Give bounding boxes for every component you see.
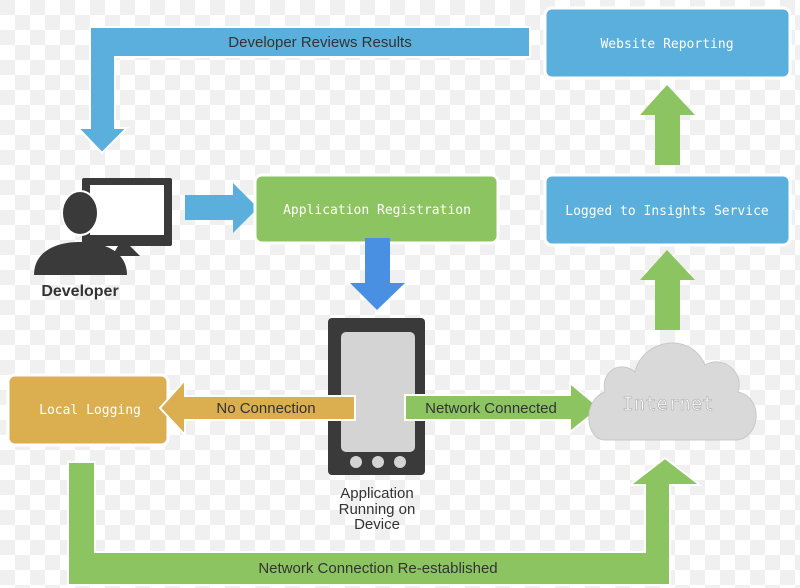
logged-insights-label: Logged to Insights Service	[565, 204, 769, 219]
app-registration-label: Application Registration	[283, 203, 471, 218]
reviews-label: Developer Reviews Results	[228, 34, 411, 51]
device-label-1: Application	[340, 485, 413, 502]
internet-label: Internet	[622, 393, 714, 415]
network-connected-label: Network Connected	[425, 400, 557, 417]
website-reporting-label: Website Reporting	[600, 37, 733, 52]
no-connection-label: No Connection	[216, 400, 315, 417]
reestablished-label: Network Connection Re-established	[258, 560, 497, 577]
developer-label: Developer	[41, 283, 118, 300]
local-logging-label: Local Logging	[39, 403, 141, 418]
device-label-3: Device	[354, 516, 400, 533]
flow-diagram: Developer Reviews Results Website Report…	[0, 0, 800, 588]
